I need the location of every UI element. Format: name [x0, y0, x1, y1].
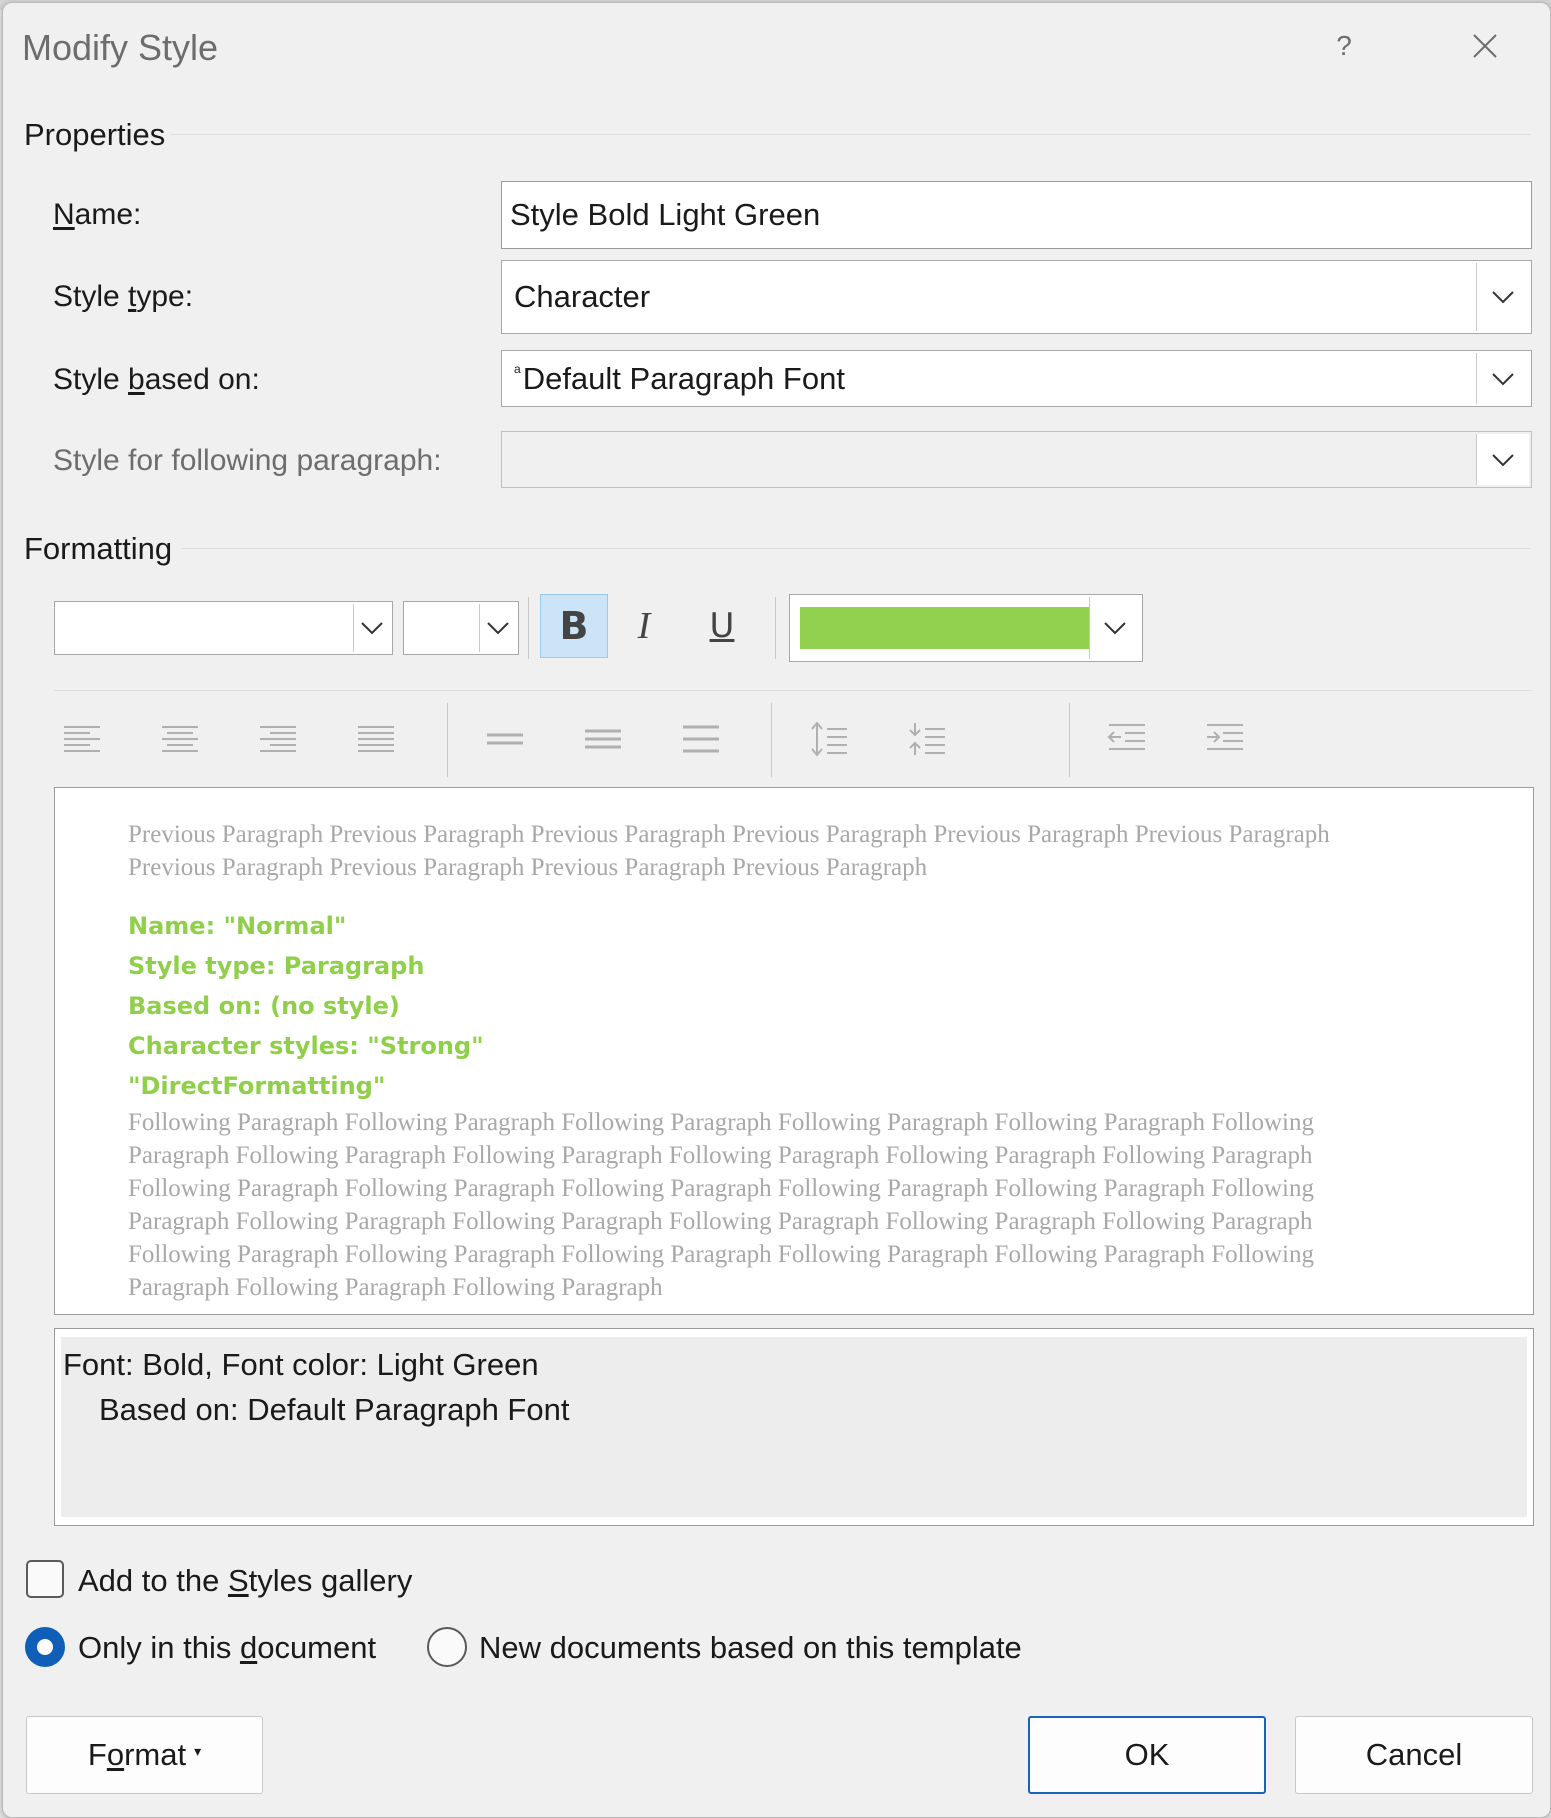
double-spacing-button[interactable] [666, 709, 736, 769]
style-based-on-select[interactable]: aDefault Paragraph Font [501, 350, 1532, 407]
character-style-glyph-icon: a [514, 361, 521, 376]
decrease-indent-icon [1107, 724, 1145, 750]
close-icon [1473, 34, 1497, 58]
only-this-document-label[interactable]: Only in this document [78, 1630, 376, 1666]
underline-button[interactable]: U [688, 594, 756, 658]
chevron-down-icon [1492, 453, 1514, 466]
sample-line: "DirectFormatting" [128, 1072, 386, 1100]
align-center-icon [162, 726, 198, 752]
name-label: Name: [53, 198, 142, 231]
title-bar: Modify Style ? [3, 3, 1550, 89]
align-right-icon [260, 726, 296, 752]
font-color-swatch [800, 607, 1090, 649]
formatting-heading: Formatting [24, 531, 173, 566]
toolbar-separator [447, 703, 448, 777]
properties-divider [171, 134, 1531, 135]
cancel-button[interactable]: Cancel [1295, 1716, 1533, 1794]
font-name-dropdown-arrow[interactable] [353, 604, 390, 652]
toolbar-divider [54, 690, 1532, 691]
name-input[interactable]: Style Bold Light Green [501, 181, 1532, 249]
chevron-down-icon [1104, 622, 1126, 635]
toolbar-separator [528, 597, 529, 659]
new-documents-radio[interactable] [427, 1627, 467, 1667]
new-documents-label[interactable]: New documents based on this template [479, 1630, 1022, 1666]
following-paragraph-text: Following Paragraph Following Paragraph … [128, 1109, 1314, 1301]
style-based-on-label: Style based on: [53, 363, 260, 396]
sample-line: Style type: Paragraph [128, 952, 425, 980]
following-paragraph-dropdown-arrow[interactable] [1476, 434, 1529, 485]
modify-style-dialog: Modify Style ? Properties Name: Style Bo… [2, 2, 1551, 1818]
toolbar-separator [1069, 703, 1070, 777]
increase-spacing-before-button[interactable] [794, 709, 864, 769]
toolbar-separator [775, 597, 776, 659]
add-to-gallery-label[interactable]: Add to the Styles gallery [78, 1563, 412, 1599]
only-this-document-radio[interactable] [25, 1627, 65, 1667]
toolbar-separator [771, 703, 772, 777]
dialog-title: Modify Style [22, 27, 219, 68]
style-type-dropdown-arrow[interactable] [1476, 263, 1529, 331]
single-spacing-button[interactable] [470, 709, 540, 769]
one-half-spacing-button[interactable] [568, 709, 638, 769]
align-left-icon [64, 726, 100, 752]
chevron-down-icon [487, 622, 509, 635]
bold-button[interactable]: B [540, 594, 608, 658]
space-after-icon [909, 723, 945, 755]
help-button[interactable]: ? [1319, 23, 1369, 69]
sample-text: Name: "Normal" Style type: Paragraph Bas… [128, 906, 484, 1106]
sample-line: Name: "Normal" [128, 912, 347, 940]
font-name-select[interactable] [54, 601, 393, 655]
increase-indent-button[interactable] [1190, 709, 1260, 769]
justify-icon [358, 726, 394, 752]
description-line: Based on: Default Paragraph Font [99, 1392, 570, 1427]
previous-paragraph-text: Previous Paragraph Previous Paragraph Pr… [128, 821, 1330, 881]
space-before-icon [811, 721, 847, 757]
caret-down-icon: ▾ [194, 1742, 202, 1759]
following-paragraph-select[interactable] [501, 431, 1532, 488]
single-spacing-icon [487, 733, 523, 745]
style-based-on-dropdown-arrow[interactable] [1476, 353, 1529, 404]
style-type-value: Character [514, 279, 651, 314]
chevron-down-icon [361, 622, 383, 635]
style-based-on-value: Default Paragraph Font [522, 360, 845, 396]
chevron-down-icon [1492, 291, 1514, 304]
style-type-label: Style type: [53, 280, 194, 313]
formatting-divider [181, 548, 1531, 549]
following-paragraph-label: Style for following paragraph: [53, 444, 442, 477]
one-half-spacing-icon [585, 729, 621, 749]
double-spacing-icon [683, 725, 719, 753]
ok-button[interactable]: OK [1028, 1716, 1266, 1794]
add-to-gallery-checkbox[interactable] [26, 1560, 64, 1598]
close-button[interactable] [1455, 21, 1515, 71]
font-color-select[interactable] [789, 594, 1143, 662]
font-size-select[interactable] [403, 601, 519, 655]
align-center-button[interactable] [145, 709, 215, 769]
style-description: Font: Bold, Font color: Light Green Base… [54, 1328, 1534, 1526]
format-button[interactable]: Fo rmat ▾ [26, 1716, 263, 1794]
description-line: Font: Bold, Font color: Light Green [63, 1347, 539, 1382]
decrease-spacing-before-button[interactable] [892, 709, 962, 769]
style-preview: Previous Paragraph Previous Paragraph Pr… [54, 787, 1534, 1315]
font-color-dropdown-arrow[interactable] [1089, 597, 1140, 659]
decrease-indent-button[interactable] [1092, 709, 1162, 769]
chevron-down-icon [1492, 372, 1514, 385]
italic-button[interactable]: I [610, 594, 678, 658]
increase-indent-icon [1207, 724, 1243, 750]
align-left-button[interactable] [47, 709, 117, 769]
sample-line: Based on: (no style) [128, 992, 400, 1020]
justify-button[interactable] [341, 709, 411, 769]
align-right-button[interactable] [243, 709, 313, 769]
sample-line: Character styles: "Strong" [128, 1032, 484, 1060]
style-type-select[interactable]: Character [501, 260, 1532, 334]
properties-heading: Properties [24, 117, 166, 152]
font-size-dropdown-arrow[interactable] [479, 604, 516, 652]
